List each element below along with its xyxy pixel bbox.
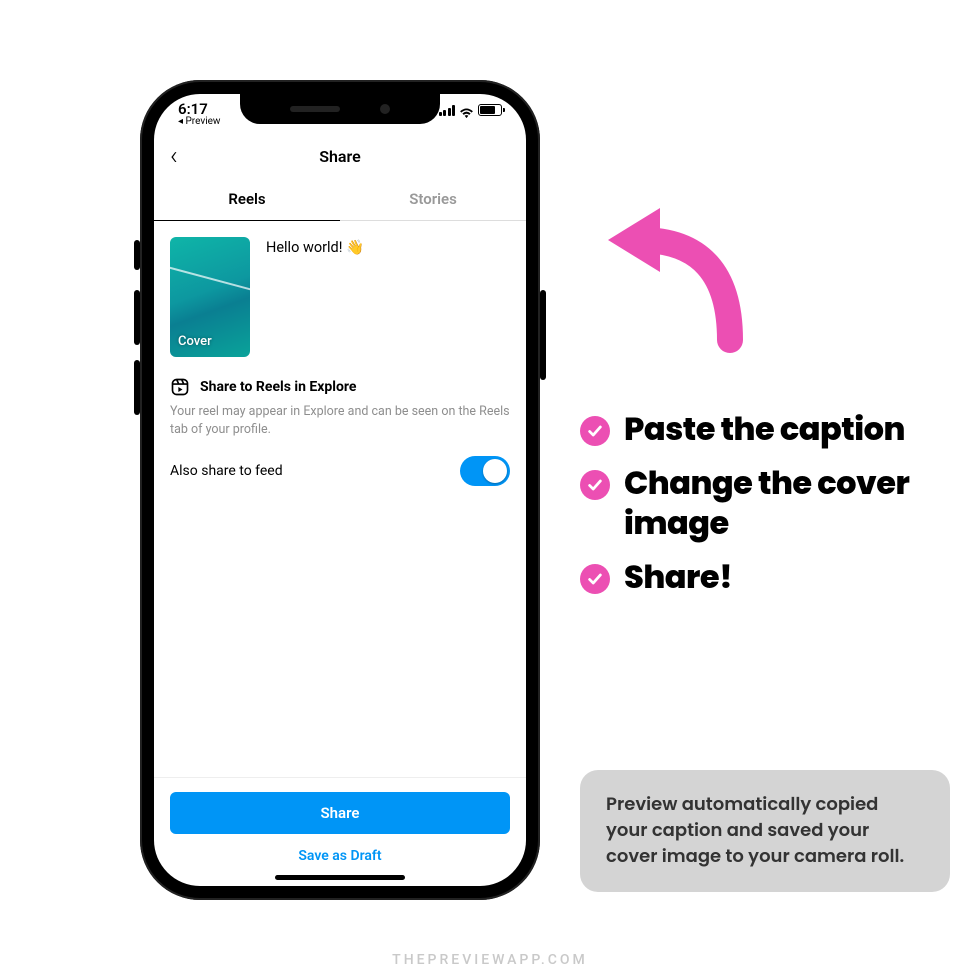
reels-icon (170, 377, 190, 397)
tabs: Reels Stories (154, 178, 526, 221)
divider (154, 777, 526, 778)
bullet-item: Paste the caption (580, 410, 960, 450)
wifi-icon (459, 105, 474, 116)
also-share-feed-label: Also share to feed (170, 463, 283, 479)
side-button (134, 360, 140, 415)
tab-reels[interactable]: Reels (154, 178, 340, 220)
status-time: 6:17 (178, 102, 220, 117)
battery-icon (478, 104, 502, 116)
share-button[interactable]: Share (170, 792, 510, 834)
share-section: Share to Reels in Explore Your reel may … (154, 373, 526, 438)
save-draft-label: Save as Draft (298, 848, 381, 864)
share-section-description: Your reel may appear in Explore and can … (170, 403, 510, 438)
check-icon (580, 470, 610, 500)
back-to-app-label[interactable]: ◂ Preview (178, 117, 220, 127)
arrow-annotation (590, 200, 750, 360)
share-section-title: Share to Reels in Explore (200, 379, 356, 395)
bottom-actions: Share Save as Draft (154, 777, 526, 868)
bullet-list: Paste the caption Change the cover image… (580, 410, 960, 612)
back-chevron-icon[interactable]: ‹ (170, 143, 178, 169)
status-indicators (439, 102, 503, 116)
watermark: THEPREVIEWAPP.COM (392, 952, 588, 968)
bullet-text: Share! (624, 558, 732, 598)
share-button-label: Share (321, 804, 360, 822)
speaker-grille (290, 106, 340, 112)
save-draft-button[interactable]: Save as Draft (170, 834, 510, 868)
check-icon (580, 416, 610, 446)
phone-screen: 6:17 ◂ Preview ‹ Share Reels (154, 94, 526, 886)
side-button (134, 240, 140, 270)
cover-thumbnail[interactable]: Cover (170, 237, 250, 357)
side-button (134, 290, 140, 345)
home-indicator[interactable] (275, 875, 405, 880)
also-share-feed-toggle[interactable] (460, 456, 510, 486)
bullet-text: Change the cover image (624, 464, 960, 544)
front-camera (380, 104, 390, 114)
side-button (540, 290, 546, 380)
cover-row: Cover Hello world! 👋 (154, 221, 526, 373)
caption-input[interactable]: Hello world! 👋 (266, 237, 364, 357)
check-icon (580, 564, 610, 594)
phone-mockup: 6:17 ◂ Preview ‹ Share Reels (140, 80, 540, 900)
phone-notch (240, 94, 440, 124)
page-header: ‹ Share (154, 134, 526, 178)
tab-label: Stories (409, 190, 457, 208)
bullet-item: Change the cover image (580, 464, 960, 544)
signal-icon (439, 105, 456, 116)
cover-label: Cover (178, 334, 212, 349)
bullet-item: Share! (580, 558, 960, 598)
page-title: Share (319, 147, 361, 166)
tab-label: Reels (228, 190, 265, 208)
bullet-text: Paste the caption (624, 410, 905, 450)
tab-stories[interactable]: Stories (340, 178, 526, 220)
also-share-feed-row: Also share to feed (154, 438, 526, 486)
info-callout: Preview automatically copied your captio… (580, 770, 950, 892)
